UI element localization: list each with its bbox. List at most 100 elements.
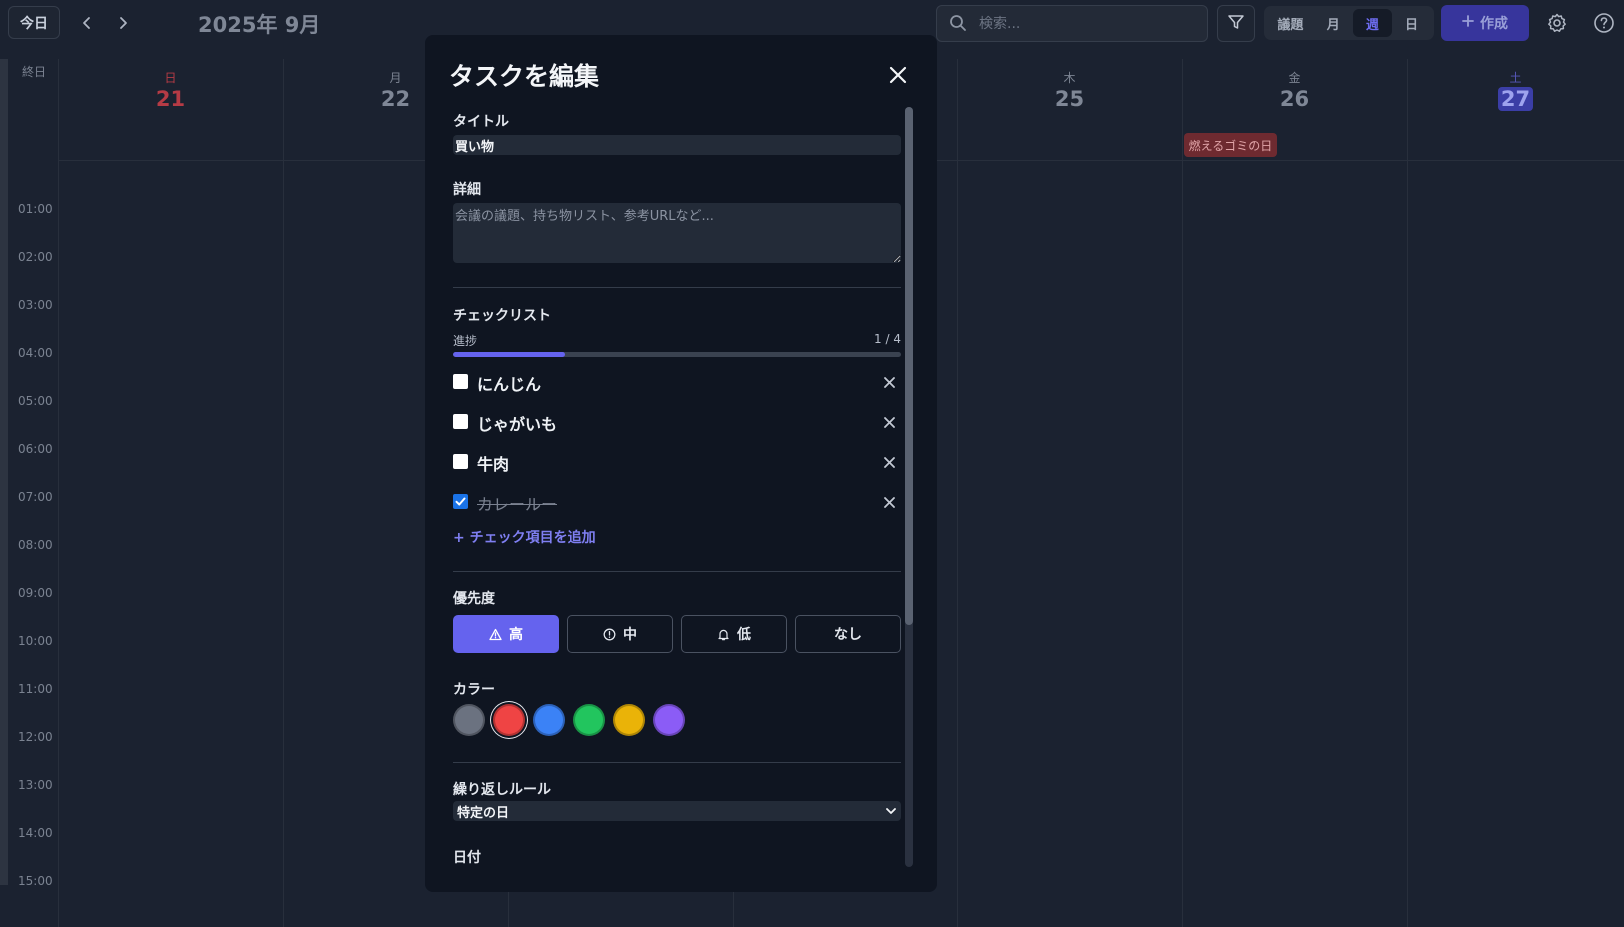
detail-label: 詳細 [453,182,481,198]
filter-button[interactable] [1217,5,1255,42]
priority-label: 優先度 [453,591,495,607]
edit-task-modal: タスクを編集 タイトル 詳細 チェックリスト 進捗 1 / 4 にんじん じゃが… [425,35,937,892]
column-divider [957,59,958,927]
repeat-select[interactable]: 特定の日 [453,801,901,821]
view-switcher: 議題 月 週 日 [1264,6,1434,40]
color-swatch-purple[interactable] [653,704,685,736]
time-label: 07:00 [18,490,53,504]
view-week-button[interactable]: 週 [1352,9,1392,37]
time-label: 10:00 [18,634,53,648]
today-button[interactable]: 今日 [8,6,60,39]
time-label: 02:00 [18,250,53,264]
priority-option-label: 高 [509,627,523,643]
day-number-today: 27 [1497,87,1534,111]
progress-count: 1 / 4 [874,332,901,346]
allday-label: 終日 [22,65,47,79]
divider [453,287,901,288]
close-icon[interactable] [881,454,897,470]
time-label: 15:00 [18,874,53,888]
checklist-item-text[interactable]: 牛肉 [477,451,509,475]
time-label: 08:00 [18,538,53,552]
chevron-left-icon[interactable] [74,10,100,36]
checklist-item: カレールー [453,490,901,514]
search-input[interactable] [977,12,1201,36]
priority-low-button[interactable]: 低 [681,615,787,653]
time-label: 04:00 [18,346,53,360]
create-button-label: 作成 [1480,16,1508,32]
time-label: 01:00 [18,202,53,216]
month-title: 2025年 9月 [198,13,321,37]
day-name: 土 [1509,71,1522,85]
priority-option-label: なし [834,627,862,643]
repeat-label: 繰り返しルール [453,782,551,798]
time-label: 13:00 [18,778,53,792]
title-label: タイトル [453,114,509,130]
priority-high-button[interactable]: 高 [453,615,559,653]
color-swatch-green[interactable] [573,704,605,736]
day-name: 日 [164,71,177,85]
time-label: 05:00 [18,394,53,408]
filter-icon [1227,13,1245,35]
view-month-button[interactable]: 月 [1314,9,1353,37]
day-number: 21 [155,87,186,111]
priority-option-label: 低 [737,627,751,643]
create-button[interactable]: 作成 [1441,5,1529,41]
checklist-item-text[interactable]: じゃがいも [477,411,557,435]
progress-bar [453,352,901,357]
day-header-sat[interactable]: 土 27 [1407,59,1624,125]
color-swatch-yellow[interactable] [613,704,645,736]
checkbox[interactable] [453,454,468,469]
scrollbar[interactable] [0,59,8,885]
close-icon[interactable] [881,494,897,510]
checklist-item-text[interactable]: にんじん [477,371,541,395]
checklist-item: じゃがいも [453,410,901,434]
time-label: 12:00 [18,730,53,744]
day-header-sun[interactable]: 日 21 [58,59,283,125]
color-swatch-gray[interactable] [453,704,485,736]
search-box[interactable] [936,5,1208,42]
help-icon[interactable] [1591,10,1617,36]
time-label: 06:00 [18,442,53,456]
divider [453,571,901,572]
day-header-fri[interactable]: 金 26 [1182,59,1407,125]
column-divider [58,59,59,927]
modal-scrollbar-thumb[interactable] [905,107,913,625]
column-divider [1182,59,1183,927]
day-number: 26 [1279,87,1310,111]
day-name: 木 [1063,71,1076,85]
color-swatch-blue[interactable] [533,704,565,736]
priority-medium-button[interactable]: 中 [567,615,673,653]
checklist-item: にんじん [453,370,901,394]
priority-none-button[interactable]: なし [795,615,901,653]
close-icon[interactable] [881,414,897,430]
color-swatch-red[interactable] [493,704,525,736]
progress-label: 進捗 [453,334,478,348]
checkbox[interactable] [453,374,468,389]
modal-title: タスクを編集 [449,62,600,91]
view-day-button[interactable]: 日 [1392,9,1431,37]
checklist-label: チェックリスト [453,308,551,324]
checkbox[interactable] [453,414,468,429]
day-number: 25 [1054,87,1085,111]
time-label: 11:00 [18,682,53,696]
time-label: 09:00 [18,586,53,600]
checklist-item-text[interactable]: カレールー [477,491,557,515]
view-agenda-button[interactable]: 議題 [1267,9,1314,37]
plus-icon [1462,15,1474,31]
check-icon [455,497,466,506]
title-field[interactable] [453,135,901,155]
progress-fill [453,352,565,357]
add-checklist-item-button[interactable]: + チェック項目を追加 [453,527,596,547]
chevron-right-icon[interactable] [110,10,136,36]
detail-field[interactable] [453,203,901,263]
column-divider [283,59,284,927]
time-label: 14:00 [18,826,53,840]
close-icon[interactable] [885,62,911,88]
day-header-thu[interactable]: 木 25 [957,59,1182,125]
gear-icon[interactable] [1544,10,1570,36]
chevron-down-icon [886,808,896,814]
checkbox-checked[interactable] [453,494,468,509]
repeat-selected-value: 特定の日 [457,805,510,821]
allday-event[interactable]: 燃えるゴミの日 [1184,133,1277,157]
close-icon[interactable] [881,374,897,390]
